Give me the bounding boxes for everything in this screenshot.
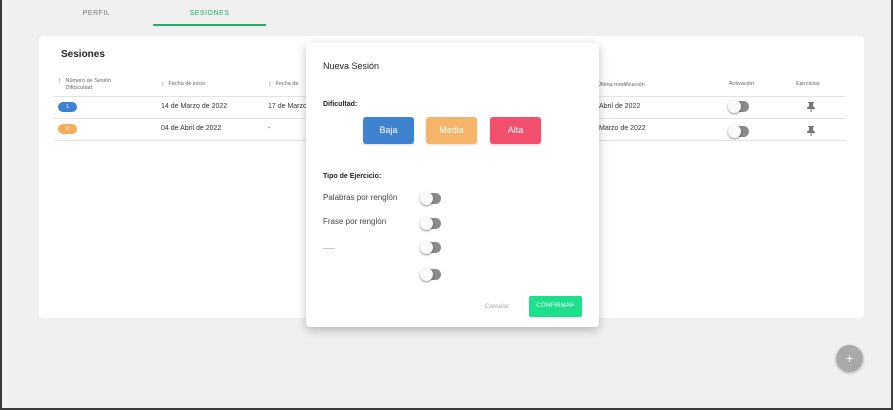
column-header-end-date-label: Fecha de	[275, 81, 299, 87]
sort-arrow-icon: ↑	[268, 81, 272, 88]
tab-bar: PERFIL SESIONES	[40, 4, 266, 26]
pin-icon[interactable]	[807, 126, 815, 136]
column-header-start-date[interactable]: ↑ Fecha de inicio	[161, 81, 206, 88]
difficulty-medium-button[interactable]: Media	[426, 117, 477, 144]
app-window: PERFIL SESIONES Sesiones ↑ Número de Ses…	[0, 0, 893, 410]
difficulty-badge: 1	[58, 102, 77, 112]
cancel-button[interactable]: Cancelar	[476, 297, 518, 317]
column-header-difficulty-label: Número de Sesión Dificicultad	[65, 78, 112, 91]
exercise-option-placeholder	[323, 248, 335, 249]
end-date-cell: 17 de Marzo	[268, 103, 307, 110]
confirm-button[interactable]: CONFIRMAR	[529, 296, 582, 317]
pin-icon[interactable]	[807, 102, 815, 112]
exercise-option-toggle[interactable]	[420, 217, 441, 230]
activation-toggle[interactable]	[728, 125, 749, 138]
dialog-title: Nueva Sesión	[323, 61, 380, 71]
column-header-activation: Activación	[729, 81, 755, 87]
exercise-type-label: Tipo de Ejercicio:	[323, 173, 382, 180]
add-session-button[interactable]: +	[836, 345, 863, 372]
tab-sesiones[interactable]: SESIONES	[153, 4, 266, 26]
exercise-option-toggle[interactable]	[420, 192, 441, 205]
end-date-cell: -	[268, 125, 271, 132]
start-date-cell: 04 de Abril de 2022	[161, 125, 222, 132]
exercise-option-toggle[interactable]	[420, 241, 441, 254]
start-date-cell: 14 de Marzo de 2022	[161, 103, 228, 110]
exercise-option-toggle[interactable]	[420, 268, 441, 281]
modified-date-cell: Marzo de 2022	[599, 125, 646, 132]
exercise-option-label: Palabras por renglón	[323, 193, 398, 202]
new-session-dialog: Nueva Sesión Dificultad: Baja Media Alta…	[306, 43, 599, 327]
column-header-last-modified[interactable]: Última modificación	[597, 82, 645, 89]
difficulty-label: Dificultad:	[323, 101, 358, 108]
column-header-difficulty[interactable]: ↑ Número de Sesión Dificicultad	[58, 78, 138, 92]
sessions-title: Sesiones	[61, 49, 105, 60]
exercise-option-label: Frase por renglón	[323, 217, 387, 226]
column-header-exercises: Ejercicios	[796, 81, 820, 87]
difficulty-high-button[interactable]: Alta	[490, 117, 541, 144]
column-header-start-date-label: Fecha de inicio	[168, 81, 206, 87]
sort-arrow-icon: ↑	[161, 81, 165, 88]
activation-toggle[interactable]	[728, 100, 749, 113]
difficulty-low-button[interactable]: Baja	[363, 117, 414, 144]
tab-perfil[interactable]: PERFIL	[40, 4, 153, 26]
sort-arrow-icon: ↑	[58, 78, 62, 85]
column-header-end-date[interactable]: ↑ Fecha de	[268, 81, 298, 88]
difficulty-badge: 2	[58, 124, 77, 134]
modified-date-cell: Abril de 2022	[599, 103, 641, 110]
plus-icon: +	[845, 350, 854, 366]
